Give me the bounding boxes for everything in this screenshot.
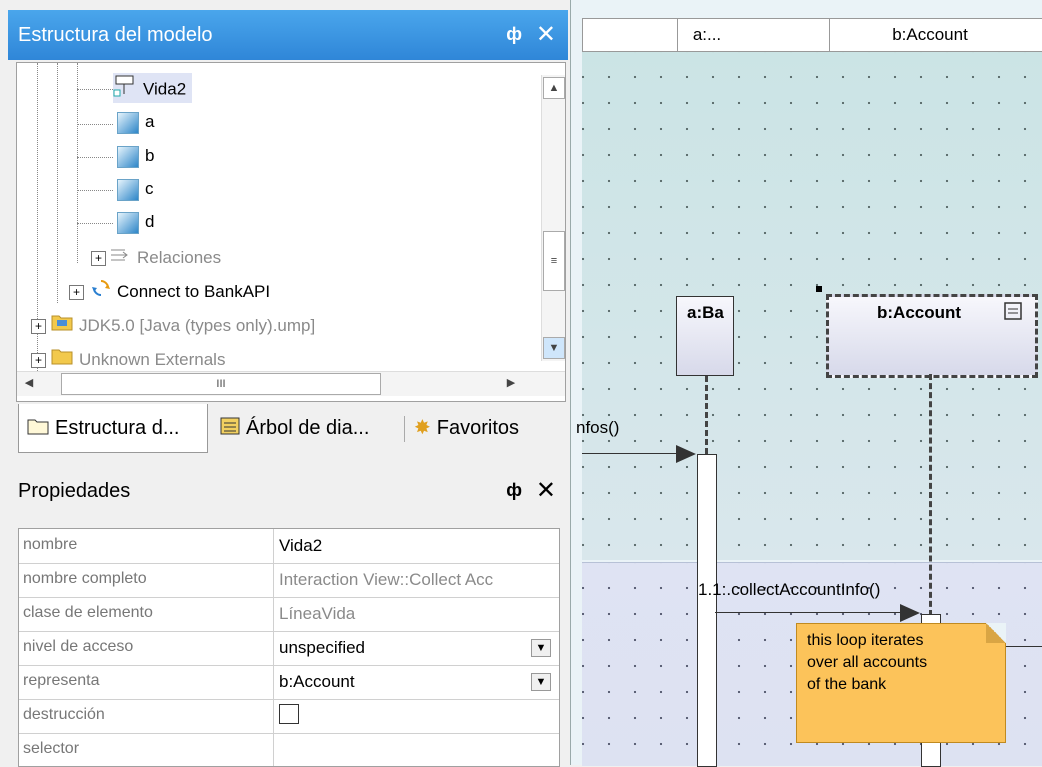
close-icon[interactable]: ✕ xyxy=(536,20,556,49)
lifeline-icon xyxy=(117,211,139,234)
message-line-1 xyxy=(582,453,678,454)
prop-row-destruction[interactable]: destrucción xyxy=(19,699,559,734)
package-icon xyxy=(51,312,73,342)
message-label-2[interactable]: 1.1:.collectAccountInfo() xyxy=(698,580,880,600)
expand-jdk-toggle[interactable]: + xyxy=(31,319,46,334)
panel-title: Propiedades xyxy=(18,480,131,502)
close-icon[interactable]: ✕ xyxy=(536,476,556,505)
tree-node-relations[interactable]: Relaciones xyxy=(109,243,221,273)
tab-diagram-tree[interactable]: Árbol de dia... xyxy=(220,404,369,452)
prop-row-name[interactable]: nombre Vida2 xyxy=(19,529,559,564)
lifeline-icon xyxy=(117,145,139,168)
tree-node-connect-bankapi[interactable]: Connect to BankAPI xyxy=(91,277,270,307)
properties-titlebar: Propiedades ф ✕ xyxy=(8,466,568,516)
message-label-1[interactable]: nfos() xyxy=(576,418,619,438)
prop-row-access-level[interactable]: nivel de acceso unspecified ▼ xyxy=(19,631,559,666)
header-cell-b-account[interactable]: b:Account xyxy=(829,19,1030,51)
tab-divider xyxy=(404,416,405,442)
tree-node-c[interactable]: c xyxy=(117,174,154,204)
chevron-down-icon[interactable]: ▼ xyxy=(531,639,551,657)
interaction-icon xyxy=(91,278,111,308)
name-field[interactable]: Vida2 xyxy=(279,536,322,556)
arrowhead-icon xyxy=(676,445,696,463)
model-structure-panel: Estructura del modelo ф ✕ Vida2 a b c d … xyxy=(0,0,571,767)
expand-relations-toggle[interactable]: + xyxy=(91,251,106,266)
tree-node-jdk[interactable]: JDK5.0 [Java (types only).ump] xyxy=(51,311,315,341)
relations-icon xyxy=(109,244,131,274)
expand-connect-toggle[interactable]: + xyxy=(69,285,84,300)
header-cell-a[interactable]: a:... xyxy=(677,19,736,51)
hscroll-thumb[interactable]: III xyxy=(61,373,381,395)
panel-title: Estructura del modelo xyxy=(18,24,213,46)
lifeline-header-bar: a:... b:Account xyxy=(582,18,1042,52)
loop-note[interactable]: this loop iterates over all accounts of … xyxy=(796,623,1006,743)
prop-row-selector[interactable]: selector xyxy=(19,733,559,766)
scroll-left-icon[interactable]: ◀ xyxy=(19,373,39,393)
lifeline-b-dashed xyxy=(929,374,932,616)
panel-tabs: Estructura d... Árbol de dia... ✸ Favorit… xyxy=(14,404,568,456)
lifeline-b-box[interactable]: b:Account xyxy=(826,294,1038,378)
tree-node-d[interactable]: d xyxy=(117,207,154,237)
lifeline-icon xyxy=(117,111,139,134)
prop-row-fullname[interactable]: nombre completo Interaction View::Collec… xyxy=(19,563,559,598)
tab-favorites[interactable]: ✸ Favoritos xyxy=(414,404,519,452)
represents-select[interactable]: b:Account xyxy=(279,672,355,692)
lifeline-icon xyxy=(113,73,137,107)
tree-node-b[interactable]: b xyxy=(117,141,154,171)
model-tree: Vida2 a b c d + Relaciones + Connect to … xyxy=(16,62,566,402)
model-structure-titlebar: Estructura del modelo ф ✕ xyxy=(8,10,568,60)
tree-vertical-scrollbar[interactable]: ▲ ≡ ▼ xyxy=(541,75,565,361)
scroll-right-icon[interactable]: ▶ xyxy=(501,373,521,393)
access-level-select[interactable]: unspecified xyxy=(279,638,365,658)
star-icon: ✸ xyxy=(414,417,431,439)
tree-horizontal-scrollbar[interactable]: ◀ III ▶ xyxy=(17,371,565,396)
expand-unknown-toggle[interactable]: + xyxy=(31,353,46,368)
selection-handle[interactable] xyxy=(816,286,822,292)
lifeline-a-box[interactable]: a:Ba xyxy=(676,296,734,376)
chevron-down-icon[interactable]: ▼ xyxy=(531,673,551,691)
note-fold-icon xyxy=(986,623,1006,643)
arrowhead-icon xyxy=(900,604,920,622)
lifeline-a-dashed xyxy=(705,376,708,454)
activation-bar-a[interactable] xyxy=(697,454,717,767)
pin-icon[interactable]: ф xyxy=(506,480,522,501)
pin-icon[interactable]: ф xyxy=(506,24,522,45)
scroll-thumb[interactable]: ≡ xyxy=(543,231,565,291)
lifeline-icon xyxy=(117,178,139,201)
prop-row-represents[interactable]: representa b:Account ▼ xyxy=(19,665,559,700)
diagram-tree-icon xyxy=(220,405,240,453)
compartment-icon xyxy=(1003,301,1023,326)
scroll-up-icon[interactable]: ▲ xyxy=(543,77,565,99)
properties-grid: nombre Vida2 nombre completo Interaction… xyxy=(18,528,560,767)
tree-node-a[interactable]: a xyxy=(117,107,154,137)
tree-node-vida2[interactable]: Vida2 xyxy=(113,73,193,103)
message-line-2 xyxy=(715,612,901,613)
destruction-checkbox[interactable] xyxy=(279,704,299,724)
scroll-down-icon[interactable]: ▼ xyxy=(543,337,565,359)
prop-row-element-class[interactable]: clase de elemento LíneaVida xyxy=(19,597,559,632)
tab-model-structure[interactable]: Estructura d... xyxy=(18,404,208,453)
folder-icon xyxy=(27,405,49,453)
